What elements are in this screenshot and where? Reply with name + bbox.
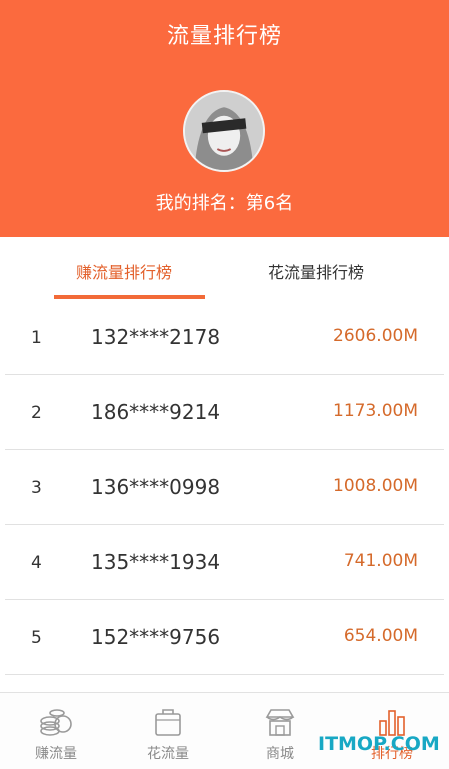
rank-number: 4 <box>31 553 42 573</box>
ranking-list: 1 132****2178 2606.00M 2 186****9214 117… <box>0 300 449 675</box>
phone-number: 135****1934 <box>91 550 221 574</box>
phone-number: 136****0998 <box>91 475 221 499</box>
traffic-amount: 2606.00M <box>333 326 418 346</box>
traffic-amount: 741.00M <box>343 551 418 571</box>
phone-number: 132****2178 <box>91 325 221 349</box>
phone-number: 186****9214 <box>91 400 221 424</box>
nav-ranking[interactable]: 排行榜 <box>336 693 448 769</box>
list-item[interactable]: 5 152****9756 654.00M <box>5 600 444 675</box>
site-watermark: ITMOP.COM <box>318 733 440 755</box>
ranking-tabs: 赚流量排行榜 花流量排行榜 <box>0 237 449 299</box>
nav-store[interactable]: 商城 <box>224 693 336 769</box>
traffic-amount: 654.00M <box>343 626 418 646</box>
list-item[interactable]: 4 135****1934 741.00M <box>5 525 444 600</box>
rank-number: 1 <box>31 328 42 348</box>
coins-icon <box>40 709 72 736</box>
list-item[interactable]: 2 186****9214 1173.00M <box>5 375 444 450</box>
list-item[interactable]: 3 136****0998 1008.00M <box>5 450 444 525</box>
phone-number: 152****9756 <box>91 625 221 649</box>
traffic-amount: 1173.00M <box>333 401 418 421</box>
nav-earn-traffic[interactable]: 赚流量 <box>0 693 112 769</box>
store-icon <box>265 709 295 736</box>
list-item[interactable]: 1 132****2178 2606.00M <box>5 300 444 375</box>
page-title: 流量排行榜 <box>166 24 282 49</box>
rank-number: 5 <box>31 628 42 648</box>
my-rank-text: 我的排名：第6名 <box>155 193 294 214</box>
header: 流量排行榜 我的排名：第6名 <box>0 0 449 237</box>
nav-label: 赚流量 <box>35 746 77 762</box>
tab-earn-ranking[interactable]: 赚流量排行榜 <box>76 259 172 283</box>
bag-icon <box>155 709 181 736</box>
bottom-tab-bar: 赚流量 花流量 商城 排行榜 <box>0 692 449 769</box>
rank-number: 2 <box>31 403 42 423</box>
avatar[interactable] <box>183 90 265 172</box>
nav-label: 花流量 <box>147 746 189 762</box>
traffic-amount: 1008.00M <box>333 476 418 496</box>
avatar-photo <box>185 92 263 170</box>
tab-spend-ranking[interactable]: 花流量排行榜 <box>268 259 364 283</box>
nav-spend-traffic[interactable]: 花流量 <box>112 693 224 769</box>
active-tab-indicator <box>54 295 205 299</box>
rank-number: 3 <box>31 478 42 498</box>
